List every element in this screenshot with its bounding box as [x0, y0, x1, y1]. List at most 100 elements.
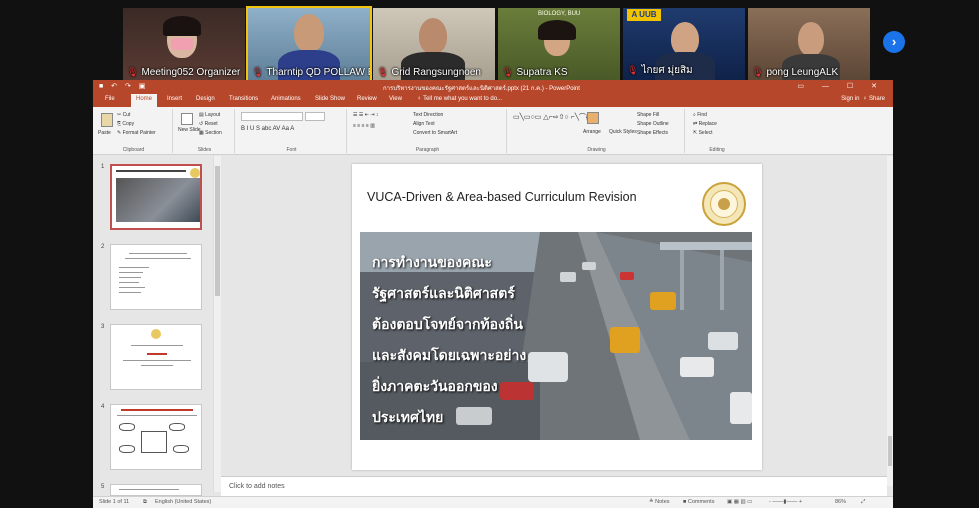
share-label: Share [868, 96, 885, 102]
font-name-input[interactable] [241, 112, 303, 121]
participant-tile[interactable]: 🎙 pong LeungALK [748, 8, 870, 80]
slide-body-line: ประเทศไทย [372, 409, 444, 425]
clipboard-label: Clipboard [122, 147, 145, 153]
quick-styles-button[interactable]: Quick Styles [609, 129, 637, 135]
drawing-label: Drawing [587, 147, 606, 153]
layout-button[interactable]: ▤ Layout [199, 112, 220, 118]
scrollbar-thumb[interactable] [888, 436, 892, 466]
align-text-button[interactable]: Align Text [413, 121, 435, 127]
paste-button[interactable]: Paste [98, 130, 111, 136]
notes-pane[interactable]: Click to add notes [221, 476, 887, 496]
paragraph-group: ☰ ☰ ⇤ ⇥ ↕ ≡ ≡ ≡ ≡ ▥ Text Direction Align… [349, 109, 507, 153]
new-slide-icon[interactable] [181, 113, 193, 125]
slide-body-line: ยิ่งภาคตะวันออกของ [372, 378, 498, 394]
slide-thumbnail-1[interactable] [110, 164, 202, 230]
view-buttons[interactable]: ▣ ▦ ▥ ▭ [727, 499, 752, 505]
section-label: Section [205, 130, 222, 136]
new-slide-button[interactable]: New Slide [178, 127, 201, 133]
font-label: Font [286, 147, 297, 153]
layout-label: Layout [205, 112, 221, 118]
font-format-buttons[interactable]: B I U S abc AV Aa A [241, 126, 294, 132]
arrange-button[interactable]: Arrange [583, 129, 601, 135]
background-text: BIOLOGY, BUU [538, 11, 581, 17]
copy-button[interactable]: ⎘ Copy [117, 121, 134, 127]
format-painter-button[interactable]: ✎ Format Painter [117, 130, 156, 136]
editing-group: ⌕ Find ⇄ Replace ⇱ Select Editing [687, 109, 747, 153]
slide-thumbnail-4[interactable] [110, 404, 202, 470]
slide-count: Slide 1 of 11 [99, 499, 130, 505]
tab-insert[interactable]: Insert [167, 96, 182, 102]
slide-thumbnail-3[interactable] [110, 324, 202, 390]
select-button[interactable]: ⇱ Select [693, 130, 713, 136]
document-title: การบริหารงานของคณะรัฐศาสตร์และนิติศาสตร์… [383, 86, 580, 92]
tab-home[interactable]: Home [131, 94, 158, 107]
text-direction-button[interactable]: Text Direction [413, 112, 443, 118]
scrollbar-thumb[interactable] [215, 166, 220, 296]
fit-slide-icon[interactable]: ⤢ [861, 499, 865, 506]
tab-transitions[interactable]: Transitions [229, 96, 258, 102]
zoom-level[interactable]: 86% [835, 499, 846, 505]
current-slide[interactable]: VUCA-Driven & Area-based Curriculum Revi… [352, 164, 762, 470]
replace-button[interactable]: ⇄ Replace [693, 121, 717, 127]
proofing-icon[interactable]: ⧉ [143, 499, 147, 506]
participant-name: 🎙Tharntip QD POLLAW BUU [252, 67, 370, 78]
tell-me-search[interactable]: ♀ Tell me what you want to do... [417, 96, 502, 102]
shape-outline-button[interactable]: Shape Outline [637, 121, 669, 127]
quick-access-icons[interactable]: ■ ↶ ↷ ▣ [99, 82, 148, 90]
participant-name: 🎙 Meeting052 Organizer [127, 67, 241, 78]
window-controls-icon[interactable]: ▭ — ☐ ✕ [797, 82, 885, 90]
tab-animations[interactable]: Animations [271, 96, 301, 102]
participant-tile-active[interactable]: 🎙Tharntip QD POLLAW BUU [246, 6, 372, 82]
slide-thumbnail-5[interactable] [110, 484, 202, 496]
thumbnail-scrollbar[interactable] [213, 156, 221, 492]
drawing-group: ▭╲▭○▭ △⌐⇨⇧○ ⌐╲⌒{☆ Arrange Quick Styles S… [509, 109, 685, 153]
participant-tile[interactable]: 🎙 Grid Rangsungnoen [373, 8, 495, 80]
title-bar: ■ ↶ ↷ ▣ การบริหารงานของคณะรัฐศาสตร์และนิ… [93, 80, 893, 93]
tab-design[interactable]: Design [196, 96, 215, 102]
participant-tile[interactable]: A UUB 🎙 ไกยศ มุ่ยสิม [623, 8, 745, 80]
format-painter-label: Format Painter [122, 130, 156, 136]
arrange-icon[interactable] [587, 112, 599, 124]
sign-in-share[interactable]: Sign in ♀ Share [841, 96, 885, 102]
slide-title[interactable]: VUCA-Driven & Area-based Curriculum Revi… [367, 190, 637, 204]
chevron-right-icon[interactable]: › [883, 31, 905, 53]
participant-name: 🎙 ไกยศ มุ่ยสิม [627, 65, 693, 76]
cut-button[interactable]: ✂ Cut [117, 112, 130, 118]
find-button[interactable]: ⌕ Find [693, 112, 707, 118]
shape-fill-button[interactable]: Shape Fill [637, 112, 659, 118]
tab-review[interactable]: Review [357, 96, 377, 102]
slide-body-line: และสังคมโดยเฉพาะอย่าง [372, 347, 527, 363]
notes-label: Notes [655, 499, 670, 505]
thumb-number: 4 [101, 404, 105, 410]
select-label: Select [698, 130, 713, 136]
slides-label: Slides [197, 147, 212, 153]
shape-effects-button[interactable]: Shape Effects [637, 130, 668, 136]
thumb-number: 2 [101, 244, 105, 250]
tab-slide-show[interactable]: Slide Show [315, 96, 345, 102]
align-buttons[interactable]: ≡ ≡ ≡ ≡ ▥ [353, 123, 375, 129]
tab-file[interactable]: File [105, 96, 115, 102]
slide-thumbnail-2[interactable] [110, 244, 202, 310]
sign-in-label: Sign in [841, 96, 860, 102]
participant-tile[interactable]: 🎙 Meeting052 Organizer [123, 8, 245, 80]
language-status[interactable]: English (United States) [155, 499, 211, 505]
shapes-gallery[interactable]: ▭╲▭○▭ △⌐⇨⇧○ ⌐╲⌒{☆ [513, 112, 595, 122]
notes-button[interactable]: ≙ Notes [649, 499, 670, 505]
video-strip: 🎙 Meeting052 Organizer 🎙 Tharntip QD POLLA… [0, 0, 979, 82]
font-size-input[interactable] [305, 112, 325, 121]
slide-scrollbar[interactable] [887, 156, 893, 486]
reset-button[interactable]: ↺ Reset [199, 121, 218, 127]
list-buttons[interactable]: ☰ ☰ ⇤ ⇥ ↕ [353, 112, 378, 118]
zoom-slider[interactable]: - ——▮—— + [769, 499, 802, 505]
section-button[interactable]: ▦ Section [199, 130, 222, 136]
paste-icon[interactable] [101, 113, 113, 127]
tab-view[interactable]: View [389, 96, 402, 102]
slide-thumbnails-pane: 1 2 3 4 5 [93, 156, 213, 496]
slide-editing-area: VUCA-Driven & Area-based Curriculum Revi… [221, 156, 885, 476]
comments-button[interactable]: ■ Comments [683, 499, 714, 505]
participant-name: 🎙 pong LeungALK [752, 67, 839, 78]
clipboard-group: Paste ✂ Cut ⎘ Copy ✎ Format Painter Clip… [95, 109, 173, 153]
convert-smartart-button[interactable]: Convert to SmartArt [413, 130, 457, 136]
paragraph-label: Paragraph [415, 147, 440, 153]
participant-tile[interactable]: BIOLOGY, BUU 🎙 Supatra KS [498, 8, 620, 80]
